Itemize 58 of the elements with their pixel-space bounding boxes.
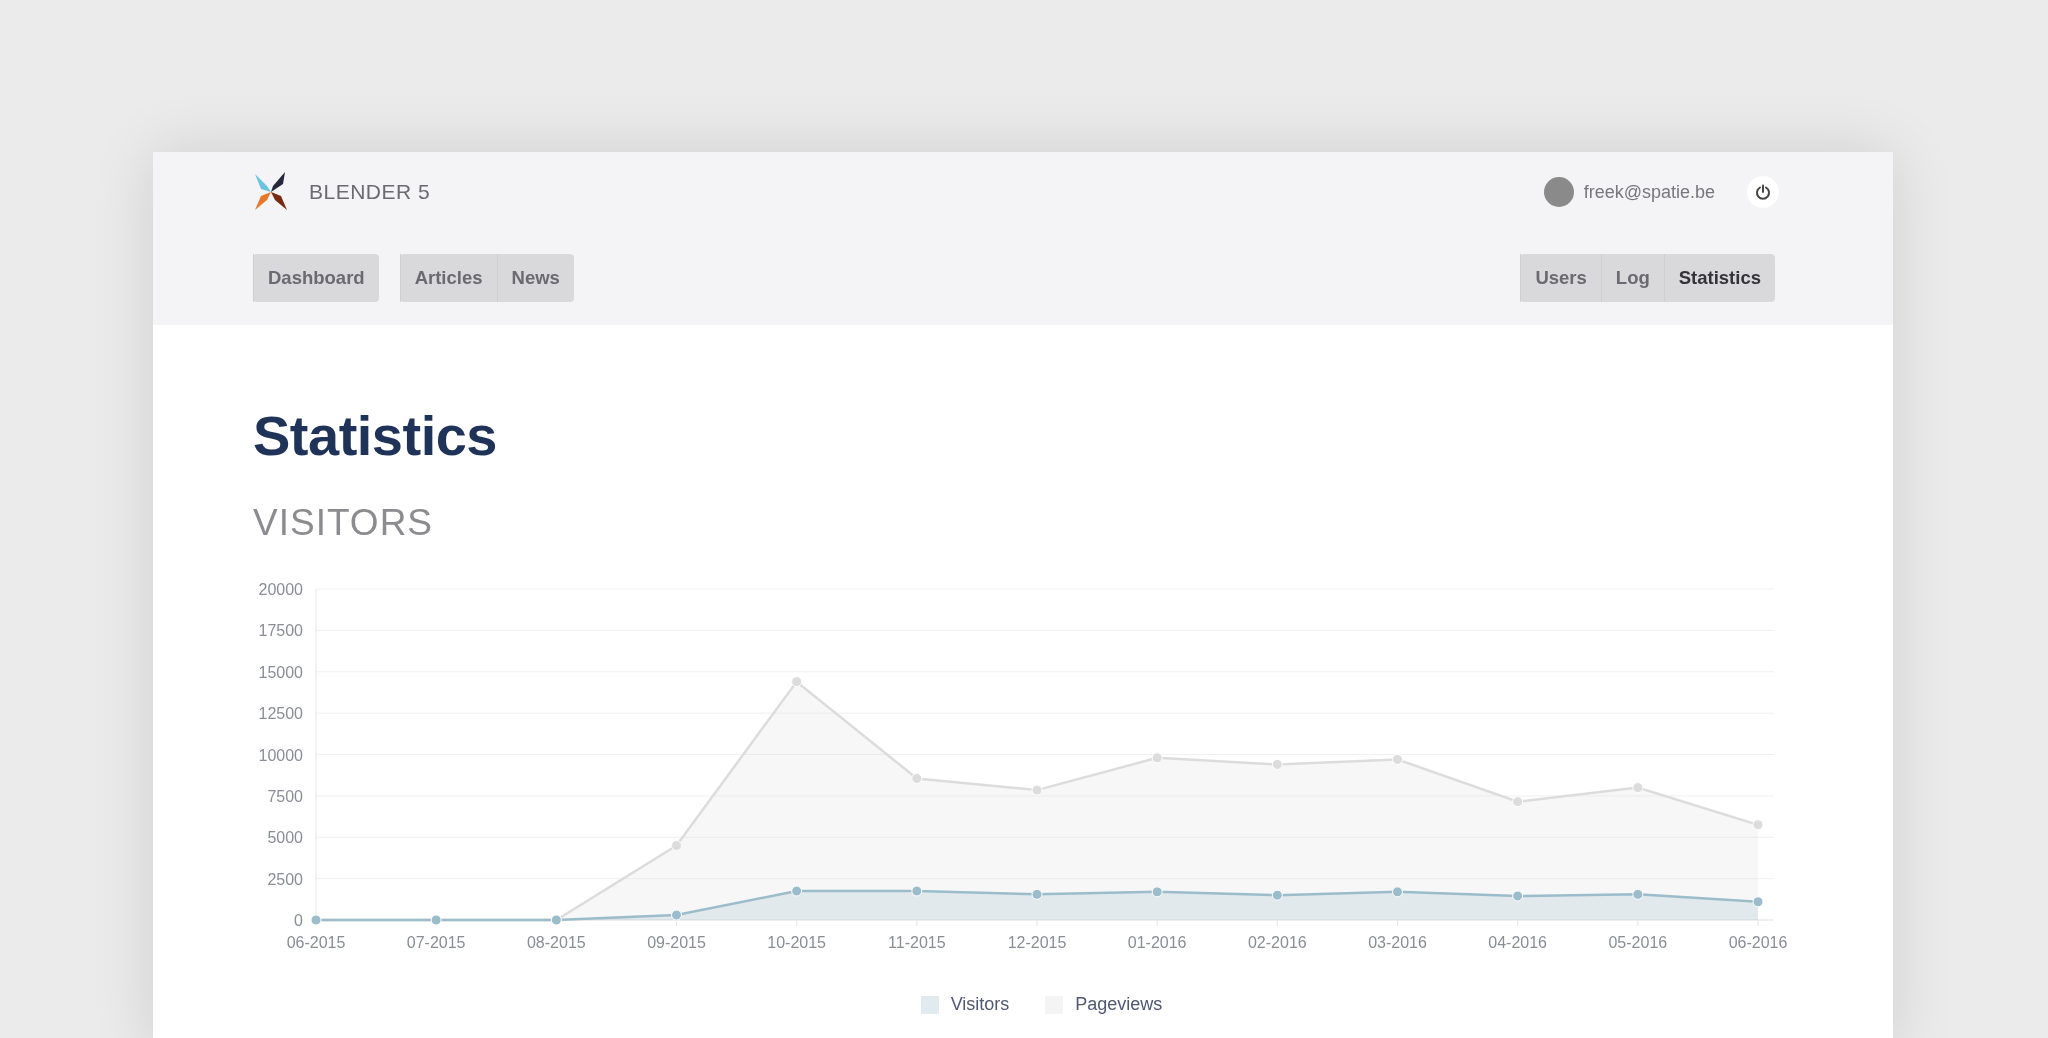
data-point bbox=[1752, 819, 1764, 831]
axis-label: 08-2015 bbox=[526, 934, 586, 951]
data-point bbox=[1512, 796, 1524, 808]
data-point bbox=[911, 773, 923, 784]
axis-label: 7500 bbox=[267, 787, 303, 805]
data-point bbox=[1392, 886, 1403, 898]
axis-label: 20000 bbox=[258, 581, 303, 598]
axis-label: 12500 bbox=[258, 705, 303, 723]
data-point bbox=[671, 909, 682, 921]
page-title: Statistics bbox=[253, 403, 498, 468]
legend-label[interactable]: Pageviews bbox=[1075, 994, 1163, 1015]
nav-tab[interactable]: Log bbox=[1600, 254, 1664, 302]
axis-label: 15000 bbox=[258, 663, 303, 681]
axis-label: 06-2016 bbox=[1728, 934, 1788, 951]
avatar bbox=[1543, 177, 1574, 207]
axis-label: 12-2015 bbox=[1007, 934, 1067, 951]
data-point bbox=[671, 840, 682, 852]
brand-name: BLENDER 5 bbox=[309, 180, 431, 204]
data-point bbox=[911, 885, 923, 897]
data-point bbox=[1271, 758, 1283, 770]
data-point bbox=[1271, 889, 1283, 901]
axis-label: 17500 bbox=[258, 622, 303, 640]
section-heading: VISITORS bbox=[253, 502, 435, 544]
data-point bbox=[1151, 886, 1163, 898]
axis-label: 03-2016 bbox=[1368, 934, 1427, 951]
legend-swatch[interactable] bbox=[920, 995, 939, 1014]
nav-tab[interactable]: Statistics bbox=[1663, 254, 1775, 302]
data-point bbox=[1632, 782, 1644, 794]
axis-label: 02-2016 bbox=[1247, 934, 1307, 951]
axis-label: 01-2016 bbox=[1127, 934, 1187, 951]
axis-label: 2500 bbox=[267, 870, 303, 888]
axis-label: 06-2015 bbox=[286, 934, 346, 951]
data-point bbox=[791, 885, 803, 897]
nav-tab[interactable]: Dashboard bbox=[253, 254, 379, 302]
nav-tab[interactable]: Articles bbox=[399, 254, 497, 302]
axis-label: 07-2015 bbox=[406, 934, 466, 951]
power-button[interactable] bbox=[1747, 176, 1779, 208]
data-point bbox=[1031, 784, 1043, 796]
axis-label: 11-2015 bbox=[888, 934, 946, 951]
axis-label: 05-2016 bbox=[1608, 934, 1668, 951]
power-icon bbox=[1755, 184, 1771, 200]
data-point bbox=[1151, 752, 1163, 764]
axis-label: 09-2015 bbox=[647, 934, 706, 951]
data-point bbox=[1632, 888, 1644, 900]
axis-label: 10-2015 bbox=[767, 934, 827, 951]
axis-label: 0 bbox=[294, 912, 303, 929]
data-point bbox=[1512, 890, 1524, 902]
data-point bbox=[1752, 896, 1764, 908]
data-point bbox=[1392, 753, 1403, 765]
nav-tab[interactable]: Users bbox=[1520, 254, 1601, 302]
axis-label: 04-2016 bbox=[1488, 934, 1548, 951]
axis-label: 5000 bbox=[267, 829, 303, 847]
data-point bbox=[1031, 888, 1043, 900]
axis-label: 10000 bbox=[258, 746, 303, 764]
user-email[interactable]: freek@spatie.be bbox=[1583, 181, 1715, 203]
nav-tab[interactable]: News bbox=[496, 254, 574, 302]
legend-label[interactable]: Visitors bbox=[950, 994, 1010, 1015]
data-point bbox=[791, 676, 803, 688]
